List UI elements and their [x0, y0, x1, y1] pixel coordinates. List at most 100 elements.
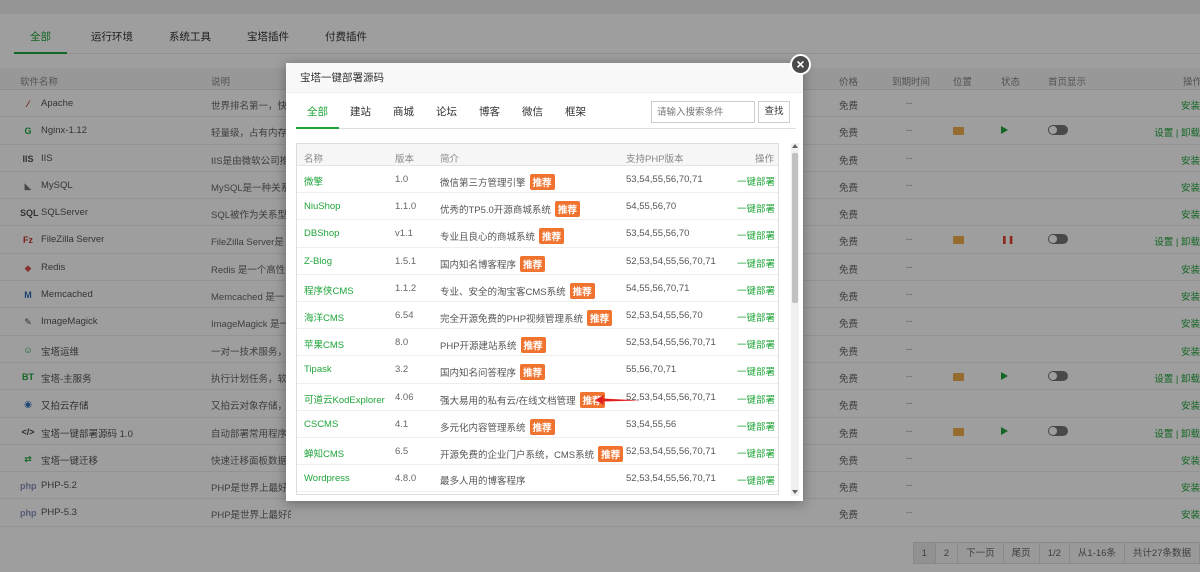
deploy-button[interactable]: 一键部署: [737, 337, 775, 351]
modal-tab-shop[interactable]: 商城: [382, 95, 425, 129]
source-name[interactable]: Z-Blog: [304, 256, 332, 267]
source-table: 名称 版本 简介 支持PHP版本 操作 微擎 1.0 微信第三方管理引擎 推荐 53,5…: [296, 143, 779, 495]
recommend-badge: 推荐: [529, 174, 555, 190]
source-desc-text: 最多人用的博客程序: [440, 476, 526, 488]
source-name[interactable]: CSCMS: [304, 419, 338, 430]
source-name[interactable]: DBShop: [304, 228, 339, 239]
deploy-button[interactable]: 一键部署: [737, 201, 775, 215]
source-row: NiuShop 1.1.0 优秀的TP5.0开源商城系统 推荐 54,55,56,70 一…: [297, 193, 778, 221]
source-row: Wordpress 4.8.0 最多人用的博客程序 52,53,54,55,56,70…: [297, 465, 778, 493]
recommend-badge: 推荐: [520, 364, 546, 381]
deploy-button[interactable]: 一键部署: [737, 174, 775, 188]
source-row: 程序侠CMS 1.1.2 专业、安全的淘宝客CMS系统 推荐 54,55,56,70,7…: [297, 275, 778, 302]
deploy-button[interactable]: 一键部署: [737, 228, 775, 242]
source-row: 可道云KodExplorer 4.06 强大易用的私有云/在线文档管理 推荐 52,53…: [297, 384, 778, 411]
scroll-up-arrow-icon[interactable]: [792, 144, 798, 148]
recommend-badge: 推荐: [569, 282, 595, 299]
source-name[interactable]: Tipask: [304, 364, 332, 375]
source-version: 6.54: [395, 309, 414, 321]
source-version: 1.1.2: [395, 282, 417, 294]
scroll-down-arrow-icon[interactable]: [792, 490, 798, 494]
source-php-versions: 53,54,55,56,70: [626, 228, 690, 240]
source-name[interactable]: 微擎: [304, 174, 323, 188]
recommend-badge: 推荐: [520, 337, 546, 354]
source-php-versions: 52,53,54,55,56,70,71: [626, 337, 716, 349]
col-version: 版本: [395, 154, 415, 165]
source-version: 8.0: [395, 337, 409, 349]
col-php-version: 支持PHP版本: [626, 154, 684, 165]
deploy-button[interactable]: 一键部署: [737, 256, 775, 270]
source-name[interactable]: 可道云KodExplorer: [304, 392, 385, 406]
source-desc-text: 国内知名问答程序: [440, 368, 517, 380]
source-desc-text: 微信第三方管理引擎: [440, 178, 526, 189]
source-version: v1.1: [395, 228, 413, 240]
deploy-button[interactable]: 一键部署: [737, 473, 775, 487]
source-php-versions: 52,53,54,55,56,70: [626, 309, 703, 321]
modal-tab-wechat[interactable]: 微信: [511, 95, 554, 129]
search-input[interactable]: [651, 101, 755, 123]
source-desc: 优秀的TP5.0开源商城系统 推荐: [440, 201, 580, 218]
source-version: 1.0: [395, 174, 409, 185]
modal-tab-forum[interactable]: 论坛: [425, 95, 468, 129]
source-name[interactable]: 程序侠CMS: [304, 283, 354, 297]
source-desc: 微信第三方管理引擎 推荐: [440, 174, 555, 190]
annotation-arrow-icon: [595, 395, 640, 405]
source-row: DBShop v1.1 专业且良心的商城系统 推荐 53,54,55,56,70 一键部署: [297, 220, 778, 248]
source-name[interactable]: 海洋CMS: [304, 310, 344, 324]
source-desc-text: 完全开源免费的PHP视频管理系统: [440, 313, 584, 325]
source-php-versions: 55,56,70,71: [626, 364, 677, 376]
col-action: 操作: [755, 154, 775, 165]
recommend-badge: 推荐: [554, 201, 580, 218]
source-desc-text: 优秀的TP5.0开源商城系统: [440, 205, 551, 217]
source-desc: 国内知名问答程序 推荐: [440, 364, 546, 381]
source-version: 6.5: [395, 445, 409, 457]
deploy-button[interactable]: 一键部署: [737, 446, 775, 460]
table-scrollbar[interactable]: [791, 143, 799, 496]
source-name[interactable]: Wordpress: [304, 473, 350, 484]
source-version: 4.8.0: [395, 473, 417, 485]
col-name: 名称: [304, 154, 324, 165]
source-desc-text: 国内知名博客程序: [440, 259, 517, 271]
deploy-button[interactable]: 一键部署: [737, 364, 775, 378]
deploy-button[interactable]: 一键部署: [737, 283, 775, 297]
recommend-badge: 推荐: [520, 255, 546, 272]
source-php-versions: 54,55,56,70: [626, 201, 677, 213]
source-desc: PHP开源建站系统 推荐: [440, 337, 546, 354]
recommend-badge: 推荐: [587, 309, 613, 326]
recommend-badge: 推荐: [598, 445, 624, 462]
source-desc: 专业且良心的商城系统 推荐: [440, 228, 565, 245]
source-name[interactable]: 苹果CMS: [304, 337, 344, 351]
modal-tab-framework[interactable]: 框架: [554, 95, 597, 129]
source-php-versions: 52,53,54,55,56,70,71: [626, 445, 716, 457]
deploy-button[interactable]: 一键部署: [737, 419, 775, 433]
source-desc-text: 强大易用的私有云/在线文档管理: [440, 395, 576, 407]
source-row: Z-Blog 1.5.1 国内知名博客程序 推荐 52,53,54,55,56,70,7…: [297, 248, 778, 275]
source-name[interactable]: 蝉知CMS: [304, 446, 344, 460]
source-php-versions: 52,53,54,55,56,70,71: [626, 255, 716, 267]
source-version: 4.1: [395, 418, 409, 430]
source-list: 微擎 1.0 微信第三方管理引擎 推荐 53,54,55,56,70,71 一键部署 Niu…: [297, 166, 778, 493]
source-row: Tipask 3.2 国内知名问答程序 推荐 55,56,70,71 一键部署: [297, 356, 778, 384]
modal-tab-all[interactable]: 全部: [296, 95, 339, 129]
source-row: 苹果CMS 8.0 PHP开源建站系统 推荐 52,53,54,55,56,70,71 一…: [297, 329, 778, 357]
modal-tab-blog[interactable]: 博客: [468, 95, 511, 129]
source-row: 海洋CMS 6.54 完全开源免费的PHP视频管理系统 推荐 52,53,54,55,5…: [297, 302, 778, 330]
source-desc: 开源免费的企业门户系统，CMS系统 推荐: [440, 445, 624, 462]
scroll-thumb[interactable]: [792, 153, 798, 303]
deploy-button[interactable]: 一键部署: [737, 310, 775, 324]
source-row: CSCMS 4.1 多元化内容管理系统 推荐 53,54,55,56 一键部署: [297, 411, 778, 438]
deploy-button[interactable]: 一键部署: [737, 392, 775, 406]
source-desc-text: 专业、安全的淘宝客CMS系统: [440, 286, 566, 298]
source-desc-text: 开源免费的企业门户系统，CMS系统: [440, 449, 595, 461]
search-button[interactable]: 查找: [758, 101, 790, 123]
source-name[interactable]: NiuShop: [304, 201, 340, 212]
close-modal-button[interactable]: ×: [790, 54, 811, 75]
source-php-versions: 54,55,56,70,71: [626, 282, 690, 294]
source-desc: 多元化内容管理系统 推荐: [440, 418, 555, 435]
source-row: 微擎 1.0 微信第三方管理引擎 推荐 53,54,55,56,70,71 一键部署: [297, 166, 778, 194]
modal-tab-website[interactable]: 建站: [339, 95, 382, 129]
source-version: 3.2: [395, 364, 409, 376]
source-desc-text: 专业且良心的商城系统: [440, 232, 536, 244]
source-version: 1.5.1: [395, 255, 417, 267]
modal-title: 宝塔一键部署源码: [286, 63, 803, 93]
